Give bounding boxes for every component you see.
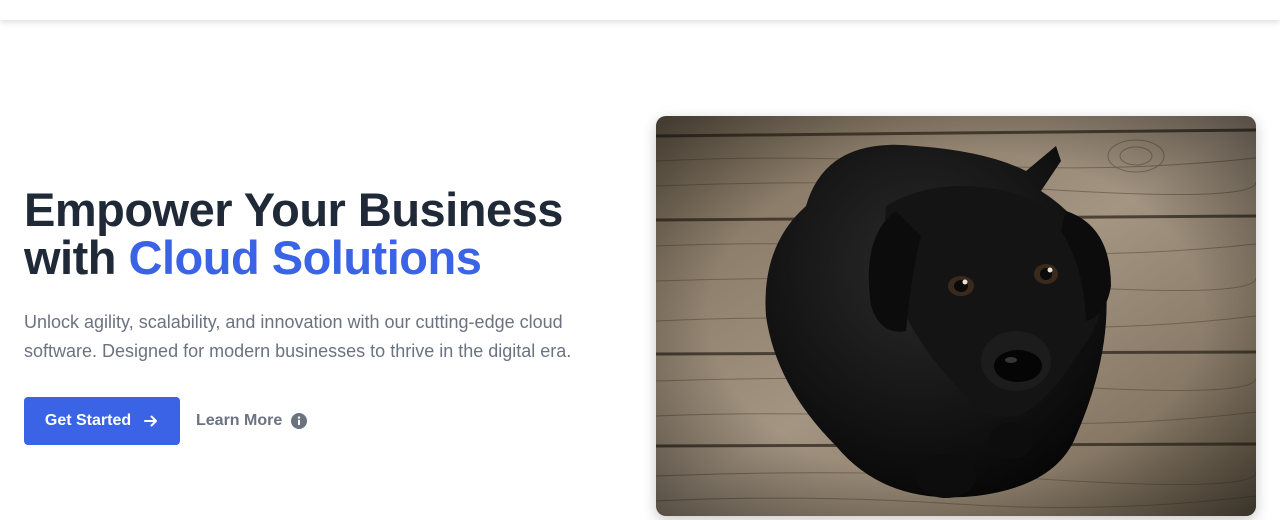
learn-more-label: Learn More bbox=[196, 412, 283, 429]
arrow-right-icon bbox=[143, 413, 159, 429]
hero-subtext: Unlock agility, scalability, and innovat… bbox=[24, 312, 572, 361]
puppy-photo bbox=[656, 116, 1256, 516]
hero-actions: Get Started Learn More bbox=[24, 397, 604, 445]
headline-accent: Cloud Solutions bbox=[128, 231, 482, 284]
top-navbar bbox=[0, 0, 1280, 20]
hero-headline: Empower Your Business with Cloud Solutio… bbox=[24, 186, 604, 282]
headline-with: with bbox=[24, 231, 116, 284]
info-icon bbox=[291, 413, 308, 429]
get-started-button[interactable]: Get Started bbox=[24, 397, 180, 445]
headline-line1: Empower Your Business bbox=[24, 183, 563, 236]
hero-image bbox=[656, 116, 1256, 516]
get-started-label: Get Started bbox=[44, 412, 132, 429]
hero-section: Empower Your Business with Cloud Solutio… bbox=[0, 20, 1280, 520]
learn-more-button[interactable]: Learn More bbox=[196, 397, 308, 445]
hero-content: Empower Your Business with Cloud Solutio… bbox=[24, 186, 604, 445]
